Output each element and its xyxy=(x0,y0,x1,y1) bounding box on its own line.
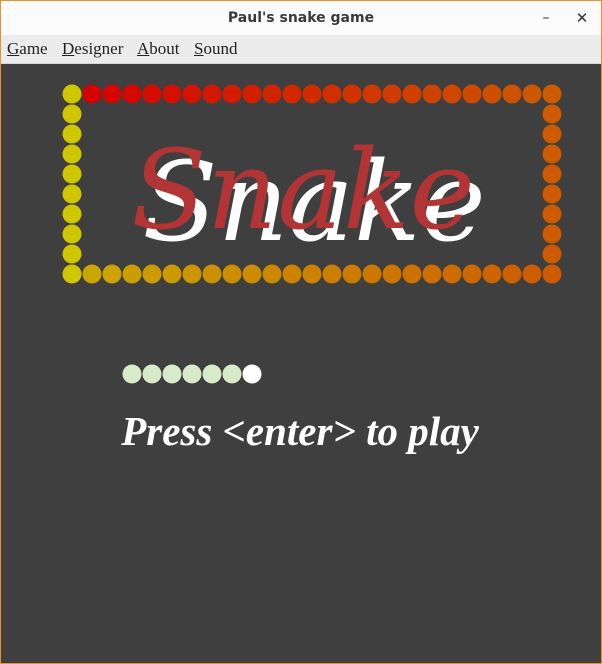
border-dot xyxy=(182,264,202,284)
border-dot xyxy=(382,264,402,284)
border-dot xyxy=(462,84,482,104)
snake-segment xyxy=(182,364,202,384)
border-dot xyxy=(322,84,342,104)
menu-designer-mnemonic: D xyxy=(62,39,75,58)
border-dot xyxy=(262,264,282,284)
border-dot xyxy=(342,84,362,104)
border-dot xyxy=(102,264,122,284)
border-dot xyxy=(62,84,82,104)
border-dot xyxy=(522,84,542,104)
border-dot xyxy=(102,84,122,104)
border-dot xyxy=(302,84,322,104)
border-dot xyxy=(542,244,562,264)
border-dot xyxy=(542,84,562,104)
menu-designer[interactable]: Designer xyxy=(62,39,123,59)
border-dot xyxy=(222,84,242,104)
border-dot xyxy=(502,84,522,104)
border-dot xyxy=(282,84,302,104)
window-title: Paul's snake game xyxy=(227,10,375,26)
border-dot xyxy=(242,264,262,284)
border-dot xyxy=(482,264,502,284)
border-dot xyxy=(242,84,262,104)
border-dot xyxy=(302,264,322,284)
border-dot xyxy=(202,264,222,284)
snake-segment xyxy=(222,364,242,384)
title-bar[interactable]: Paul's snake game – ✕ xyxy=(1,1,601,35)
border-dot xyxy=(402,264,422,284)
border-dot xyxy=(262,84,282,104)
border-dot xyxy=(342,264,362,284)
border-dot xyxy=(162,84,182,104)
snake-segment xyxy=(142,364,162,384)
snake-segment xyxy=(162,364,182,384)
border-dot xyxy=(422,264,442,284)
border-dot xyxy=(122,264,142,284)
border-dot xyxy=(542,204,562,224)
menu-sound-label: ound xyxy=(203,39,238,58)
border-dot xyxy=(462,264,482,284)
border-dot xyxy=(442,84,462,104)
border-dot xyxy=(522,264,542,284)
menu-about-mnemonic: A xyxy=(137,39,150,58)
border-dot xyxy=(62,124,82,144)
border-dot xyxy=(542,124,562,144)
close-button[interactable]: ✕ xyxy=(571,7,593,29)
snake-segment xyxy=(202,364,222,384)
border-dot xyxy=(382,84,402,104)
border-dot xyxy=(542,164,562,184)
border-dot xyxy=(502,264,522,284)
border-dot xyxy=(122,84,142,104)
border-dot xyxy=(182,84,202,104)
game-canvas[interactable]: Snake Snake Press <enter> to play xyxy=(1,64,601,663)
border-dot xyxy=(362,84,382,104)
menu-game[interactable]: Game xyxy=(7,39,48,59)
minimize-button[interactable]: – xyxy=(535,7,557,29)
border-dot xyxy=(142,264,162,284)
snake-head xyxy=(242,364,262,384)
app-window: Paul's snake game – ✕ Game Designer Abou… xyxy=(0,0,602,664)
border-dot xyxy=(62,264,82,284)
border-dot xyxy=(142,84,162,104)
border-dot xyxy=(82,264,102,284)
border-dot xyxy=(482,84,502,104)
menu-designer-label: esigner xyxy=(74,39,124,58)
border-dot xyxy=(282,264,302,284)
border-dot xyxy=(542,104,562,124)
menu-bar: Game Designer About Sound xyxy=(1,35,601,64)
border-dot xyxy=(362,264,382,284)
border-dot xyxy=(62,164,82,184)
logo-text: Snake xyxy=(131,126,475,254)
snake-segment xyxy=(122,364,142,384)
border-dot xyxy=(82,84,102,104)
border-dot xyxy=(542,264,562,284)
border-dot xyxy=(162,264,182,284)
border-dot xyxy=(442,264,462,284)
menu-about[interactable]: About xyxy=(137,39,180,59)
border-dot xyxy=(542,184,562,204)
border-dot xyxy=(542,224,562,244)
menu-sound[interactable]: Sound xyxy=(194,39,237,59)
border-dot xyxy=(62,104,82,124)
menu-game-mnemonic: G xyxy=(7,39,20,58)
menu-game-label: ame xyxy=(19,39,48,58)
border-dot xyxy=(62,184,82,204)
border-dot xyxy=(202,84,222,104)
border-dot xyxy=(542,144,562,164)
border-dot xyxy=(62,244,82,264)
press-enter-prompt: Press <enter> to play xyxy=(120,408,479,454)
menu-about-label: bout xyxy=(149,39,180,58)
border-dot xyxy=(322,264,342,284)
border-dot xyxy=(222,264,242,284)
border-dot xyxy=(422,84,442,104)
border-dot xyxy=(402,84,422,104)
border-dot xyxy=(62,204,82,224)
border-dot xyxy=(62,144,82,164)
border-dot xyxy=(62,224,82,244)
